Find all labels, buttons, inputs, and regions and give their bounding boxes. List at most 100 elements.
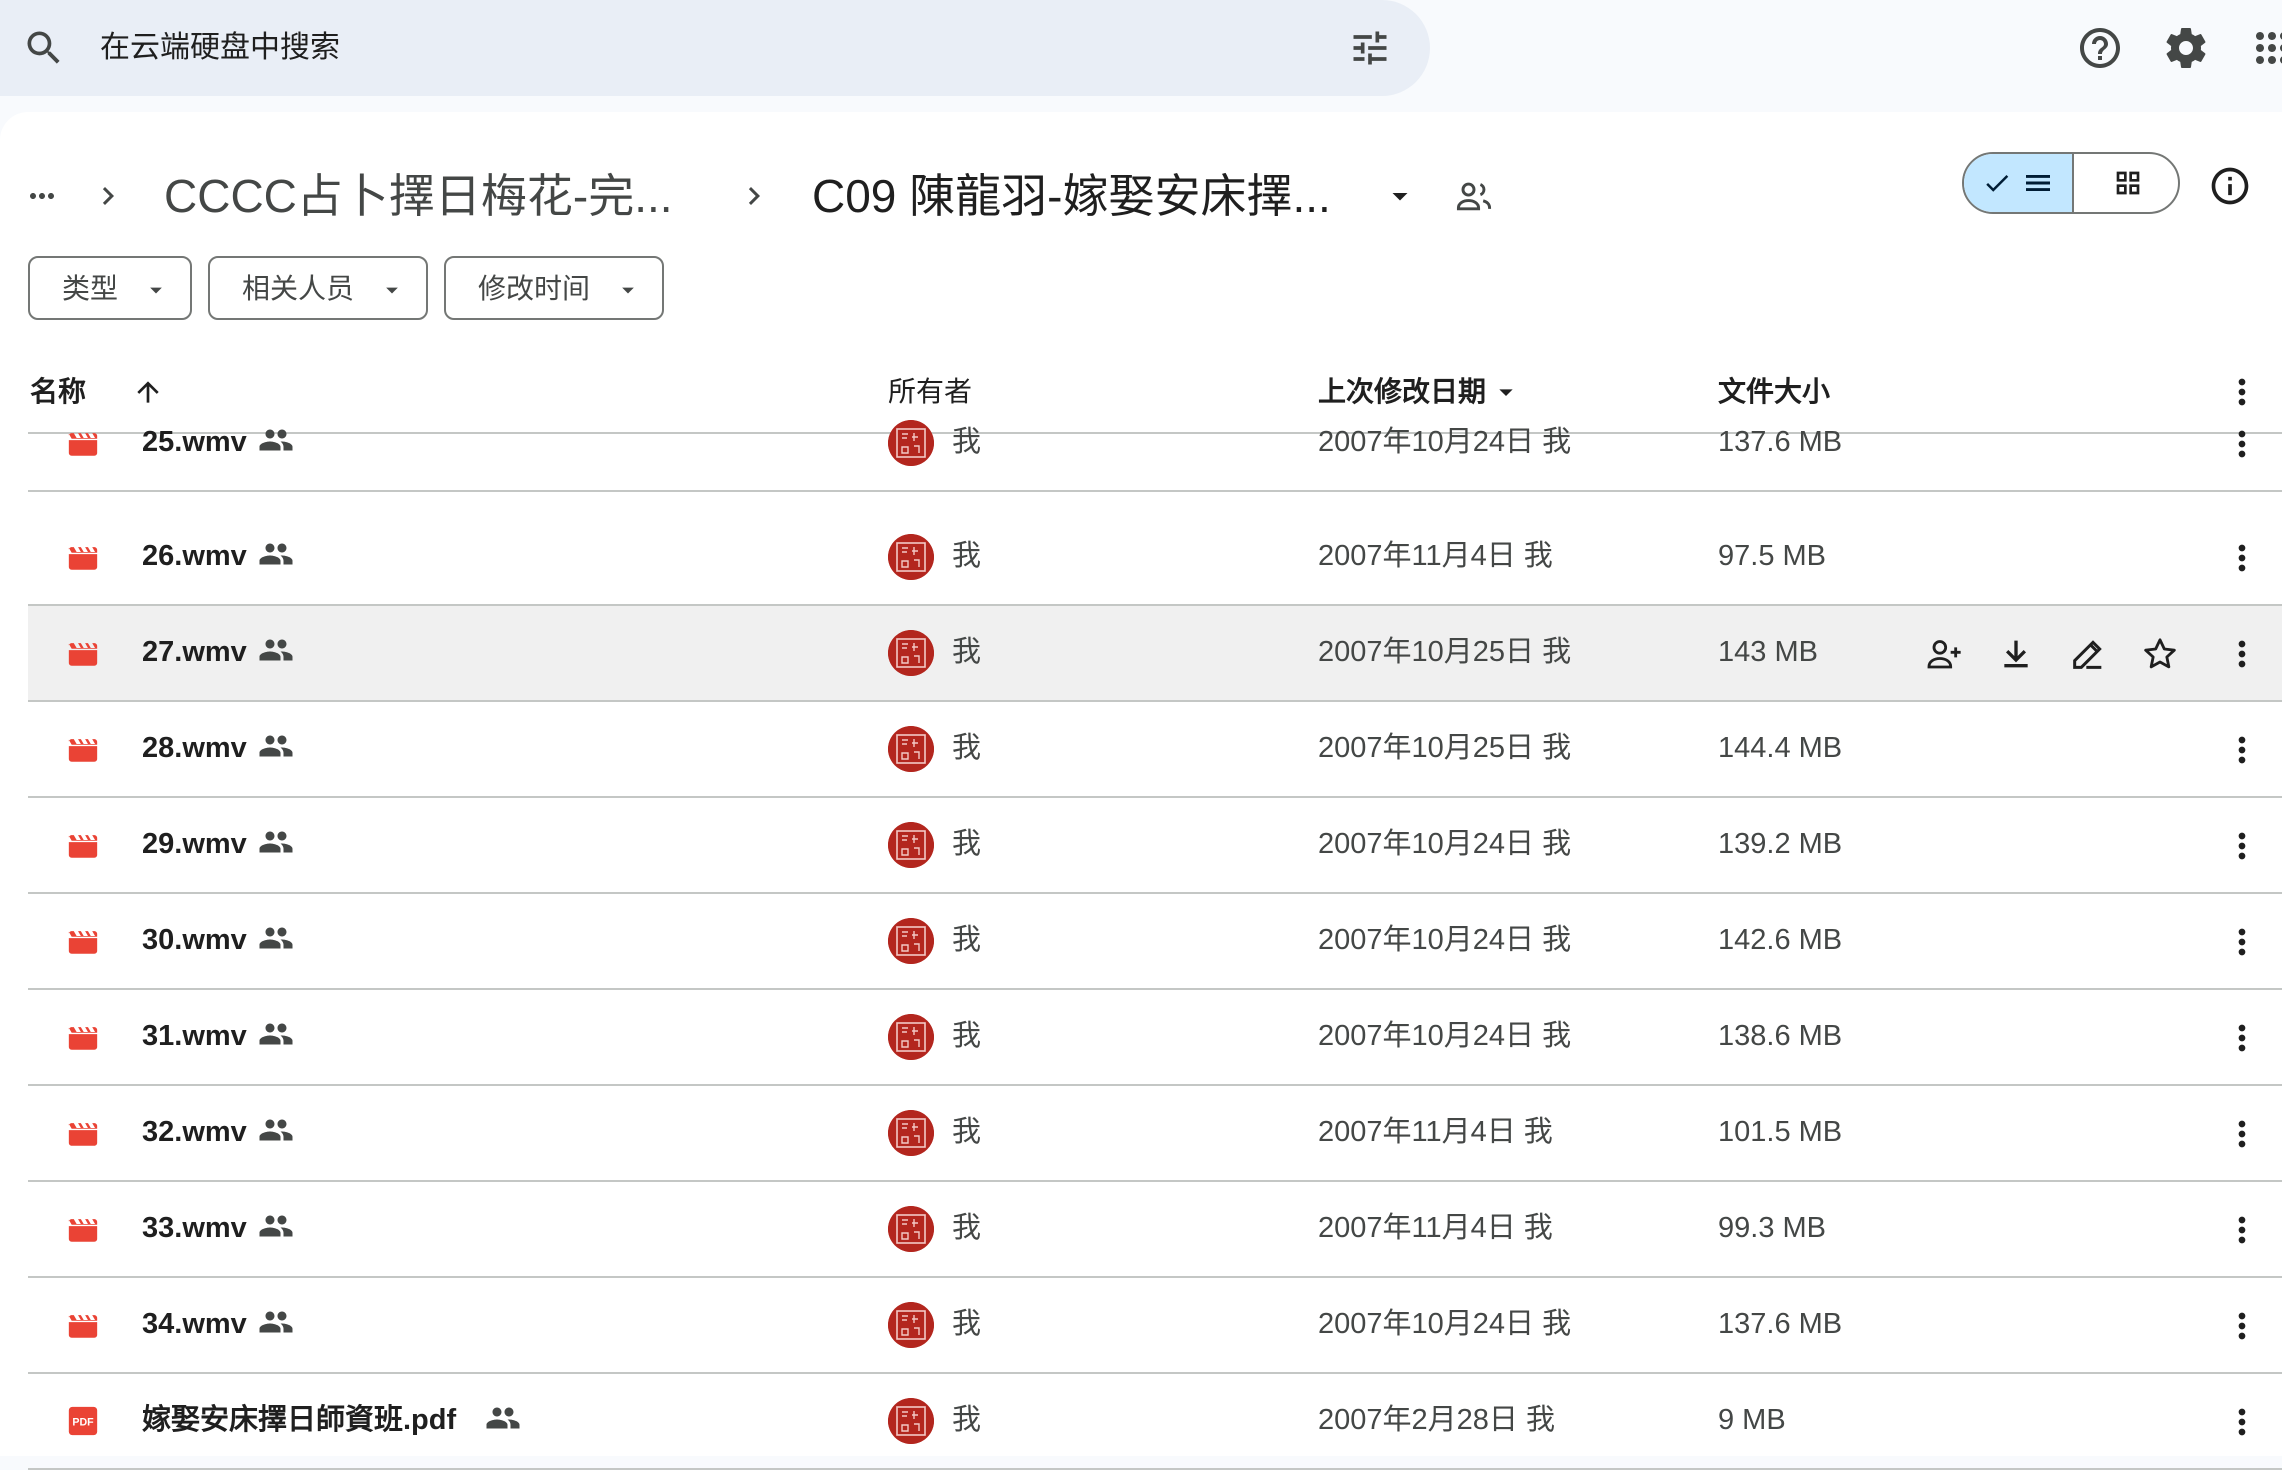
video-file-icon bbox=[66, 1020, 100, 1054]
share-icon[interactable] bbox=[1924, 634, 1964, 674]
more-actions-icon[interactable] bbox=[2222, 538, 2262, 578]
modified-date: 2007年2月28日 我 bbox=[1318, 1404, 1555, 1436]
search-icon[interactable] bbox=[22, 26, 66, 70]
more-actions-icon[interactable] bbox=[2222, 1018, 2262, 1058]
more-actions-icon[interactable] bbox=[2222, 1114, 2262, 1154]
file-name[interactable]: 27.wmv bbox=[142, 634, 247, 670]
chevron-right-icon bbox=[736, 178, 772, 214]
more-vert-icon[interactable] bbox=[2222, 372, 2262, 412]
file-name[interactable]: 26.wmv bbox=[142, 538, 247, 574]
apps-icon[interactable] bbox=[2248, 24, 2282, 72]
dropdown-arrow-icon bbox=[142, 276, 170, 304]
file-size: 137.6 MB bbox=[1718, 426, 1843, 458]
column-owner-header[interactable]: 所有者 bbox=[888, 374, 972, 410]
more-horiz-icon[interactable] bbox=[24, 178, 60, 214]
file-size: 99.3 MB bbox=[1718, 1212, 1826, 1244]
main-content: CCCC占卜擇日梅花-完... C09 陳龍羽-嫁娶安床擇... 类型 相关人员 bbox=[0, 112, 2282, 1470]
modified-date: 2007年11月4日 我 bbox=[1318, 1212, 1553, 1244]
top-bar: 在云端硬盘中搜索 bbox=[0, 0, 2282, 112]
video-file-icon bbox=[66, 1212, 100, 1246]
breadcrumb-current[interactable]: C09 陳龍羽-嫁娶安床擇... bbox=[812, 166, 1331, 226]
file-name[interactable]: 34.wmv bbox=[142, 1306, 247, 1342]
search-input[interactable]: 在云端硬盘中搜索 bbox=[100, 28, 340, 68]
shared-people-icon bbox=[258, 536, 294, 572]
file-size: 138.6 MB bbox=[1718, 1020, 1843, 1052]
more-actions-icon[interactable] bbox=[2222, 922, 2262, 962]
file-name[interactable]: 28.wmv bbox=[142, 730, 247, 766]
file-size: 139.2 MB bbox=[1718, 828, 1843, 860]
folder-menu-dropdown-icon[interactable] bbox=[1382, 178, 1418, 214]
table-row[interactable]: 32.wmv 我 2007年11月4日 我 101.5 MB bbox=[28, 1086, 2282, 1182]
owner-name: 我 bbox=[952, 426, 982, 458]
owner-name: 我 bbox=[952, 924, 982, 956]
avatar bbox=[888, 726, 934, 772]
column-name-header[interactable]: 名称 bbox=[30, 374, 86, 410]
file-name[interactable]: 29.wmv bbox=[142, 826, 247, 862]
grid-icon bbox=[2116, 171, 2140, 195]
file-name[interactable]: 31.wmv bbox=[142, 1018, 247, 1054]
video-file-icon bbox=[66, 924, 100, 958]
modified-date: 2007年10月24日 我 bbox=[1318, 924, 1572, 956]
search-bar[interactable]: 在云端硬盘中搜索 bbox=[0, 0, 1430, 96]
more-actions-icon[interactable] bbox=[2222, 634, 2262, 674]
modified-date: 2007年10月25日 我 bbox=[1318, 732, 1572, 764]
file-size: 144.4 MB bbox=[1718, 732, 1843, 764]
download-icon[interactable] bbox=[1996, 634, 2036, 674]
settings-icon[interactable] bbox=[2162, 24, 2210, 72]
sort-dropdown-icon[interactable] bbox=[1490, 376, 1522, 408]
star-icon[interactable] bbox=[2140, 634, 2180, 674]
file-name[interactable]: 嫁娶安床擇日師資班.pdf bbox=[142, 1402, 456, 1438]
table-row[interactable]: 29.wmv 我 2007年10月24日 我 139.2 MB bbox=[28, 798, 2282, 894]
owner-name: 我 bbox=[952, 636, 982, 668]
svg-text:PDF: PDF bbox=[72, 1417, 94, 1429]
filter-modified-chip[interactable]: 修改时间 bbox=[444, 256, 664, 320]
table-row[interactable]: 33.wmv 我 2007年11月4日 我 99.3 MB bbox=[28, 1182, 2282, 1278]
table-row[interactable]: 34.wmv 我 2007年10月24日 我 137.6 MB bbox=[28, 1278, 2282, 1374]
owner-name: 我 bbox=[952, 540, 982, 572]
help-icon[interactable] bbox=[2076, 24, 2124, 72]
file-size: 142.6 MB bbox=[1718, 924, 1843, 956]
column-modified-header[interactable]: 上次修改日期 bbox=[1318, 374, 1486, 410]
info-icon[interactable] bbox=[2208, 164, 2252, 208]
file-size: 97.5 MB bbox=[1718, 540, 1826, 572]
filter-type-chip[interactable]: 类型 bbox=[28, 256, 192, 320]
more-actions-icon[interactable] bbox=[2222, 1210, 2262, 1250]
filter-people-label: 相关人员 bbox=[242, 273, 355, 304]
table-row[interactable]: 31.wmv 我 2007年10月24日 我 138.6 MB bbox=[28, 990, 2282, 1086]
shared-folder-icon[interactable] bbox=[1452, 174, 1496, 218]
view-toggle bbox=[1962, 152, 2180, 214]
filter-people-chip[interactable]: 相关人员 bbox=[208, 256, 428, 320]
video-file-icon bbox=[66, 426, 100, 460]
shared-people-icon bbox=[258, 824, 294, 860]
table-row[interactable]: 25.wmv 我 2007年10月24日 我 137.6 MB bbox=[28, 414, 2282, 492]
owner-name: 我 bbox=[952, 1116, 982, 1148]
modified-date: 2007年10月24日 我 bbox=[1318, 828, 1572, 860]
table-row[interactable]: 28.wmv 我 2007年10月25日 我 144.4 MB bbox=[28, 702, 2282, 798]
table-row[interactable]: 30.wmv 我 2007年10月24日 我 142.6 MB bbox=[28, 894, 2282, 990]
file-name[interactable]: 30.wmv bbox=[142, 922, 247, 958]
chevron-right-icon bbox=[90, 178, 126, 214]
list-view-button[interactable] bbox=[1964, 154, 2074, 212]
column-size-header[interactable]: 文件大小 bbox=[1718, 374, 1830, 410]
more-actions-icon[interactable] bbox=[2222, 424, 2262, 464]
search-options-icon[interactable] bbox=[1348, 26, 1392, 70]
file-name[interactable]: 33.wmv bbox=[142, 1210, 247, 1246]
avatar bbox=[888, 1110, 934, 1156]
file-size: 9 MB bbox=[1718, 1404, 1786, 1436]
dropdown-arrow-icon bbox=[378, 276, 406, 304]
more-actions-icon[interactable] bbox=[2222, 1402, 2262, 1442]
check-icon bbox=[1986, 174, 2009, 192]
sort-ascending-icon[interactable] bbox=[128, 372, 168, 412]
table-row[interactable]: 26.wmv 我 2007年11月4日 我 97.5 MB bbox=[28, 510, 2282, 606]
table-row[interactable]: 27.wmv 我 2007年10月25日 我 143 MB bbox=[28, 606, 2282, 702]
avatar bbox=[888, 1398, 934, 1444]
breadcrumb-parent[interactable]: CCCC占卜擇日梅花-完... bbox=[164, 166, 673, 226]
file-name[interactable]: 32.wmv bbox=[142, 1114, 247, 1150]
shared-people-icon bbox=[258, 728, 294, 764]
file-name[interactable]: 25.wmv bbox=[142, 424, 247, 460]
grid-view-button[interactable] bbox=[2074, 154, 2178, 212]
rename-icon[interactable] bbox=[2068, 634, 2108, 674]
more-actions-icon[interactable] bbox=[2222, 730, 2262, 770]
more-actions-icon[interactable] bbox=[2222, 826, 2262, 866]
more-actions-icon[interactable] bbox=[2222, 1306, 2262, 1346]
